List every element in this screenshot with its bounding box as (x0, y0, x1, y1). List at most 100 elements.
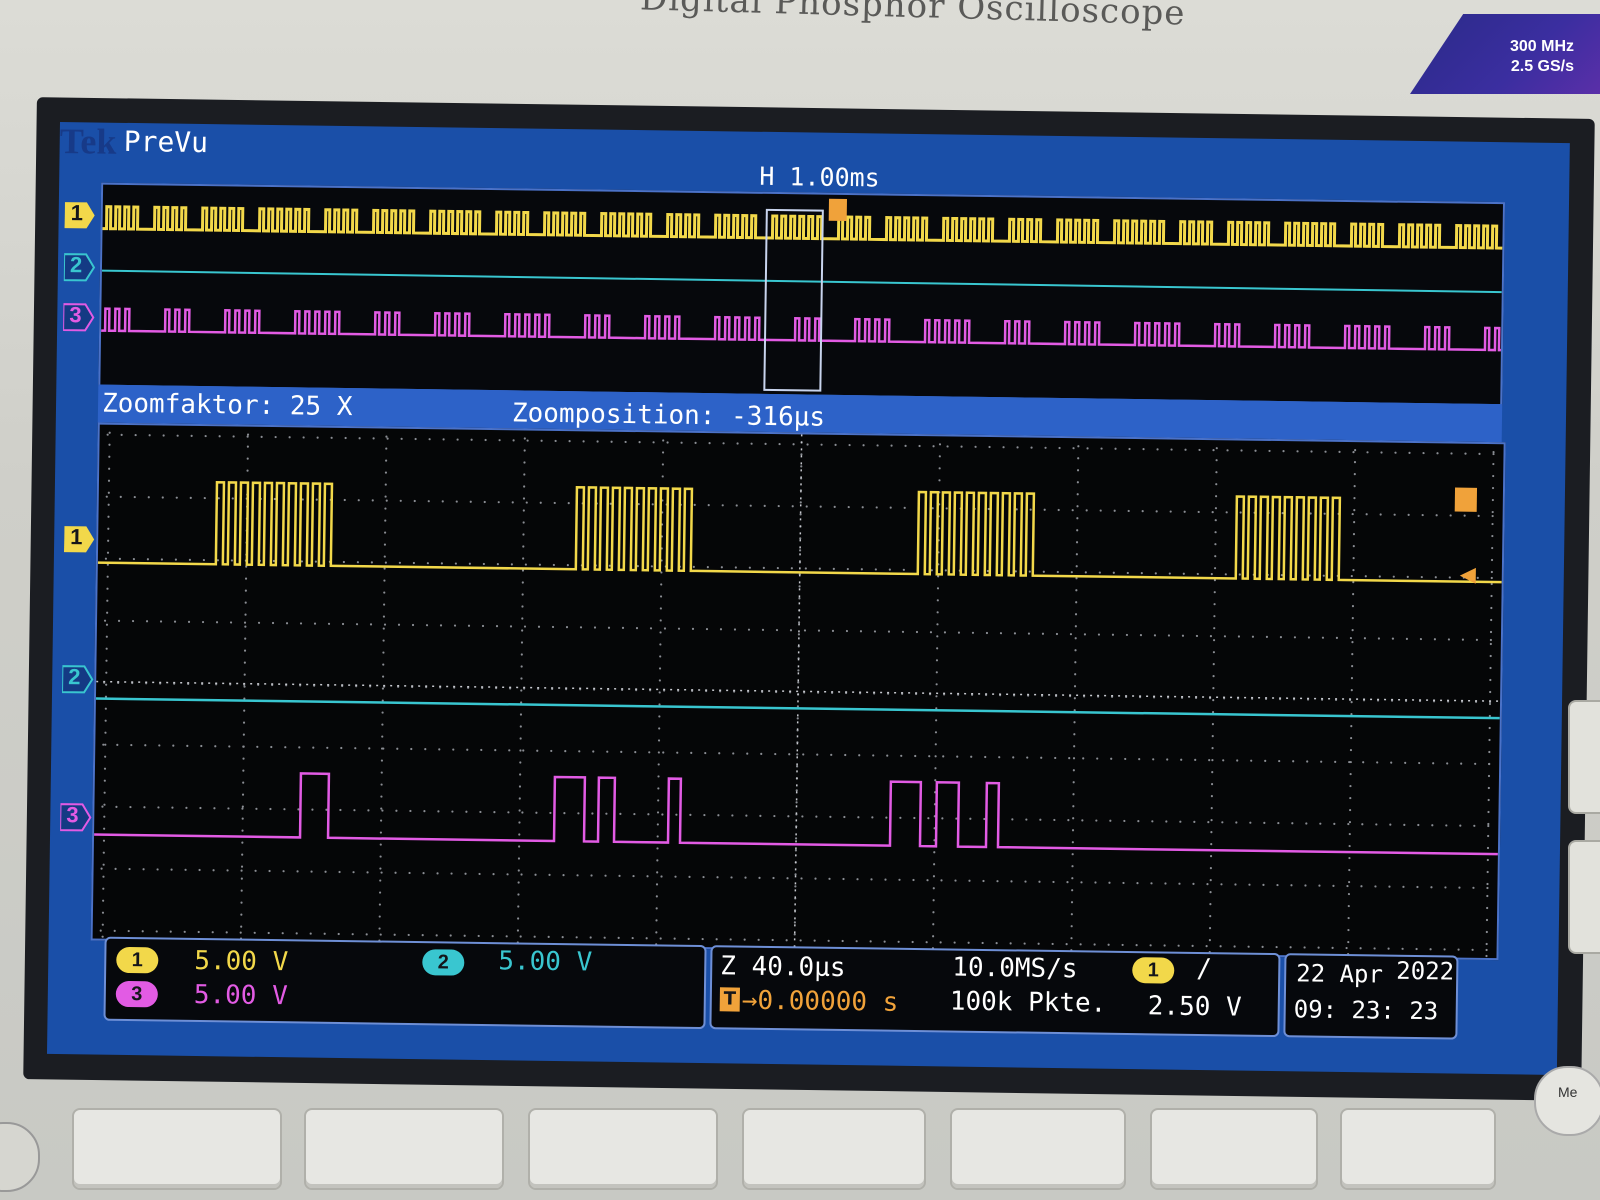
bezel-button-2[interactable] (304, 1108, 504, 1190)
grid-dot (452, 748, 455, 751)
side-button-lower[interactable] (1568, 840, 1600, 954)
grid-dot (241, 807, 244, 810)
grid-dot (1211, 735, 1214, 738)
bezel-button-5[interactable] (950, 1108, 1126, 1190)
grid-dot (107, 539, 110, 542)
bezel-button-1[interactable] (72, 1108, 282, 1190)
grid-dot (750, 442, 753, 445)
grid-dot (996, 880, 999, 883)
grid-dot (523, 473, 526, 476)
grid-dot (381, 809, 384, 812)
grid-dot (888, 568, 891, 571)
grid-dot (860, 568, 863, 571)
grid-dot (173, 620, 177, 623)
grid-dot (184, 868, 187, 871)
grid-dot (1209, 879, 1212, 882)
grid-dot (1025, 818, 1028, 821)
grid-dot (438, 748, 441, 751)
grid-dot (162, 434, 165, 437)
grid-dot (1353, 509, 1356, 512)
grid-dot (632, 874, 635, 878)
grid-dot (720, 566, 723, 569)
grid-dot (658, 727, 661, 730)
grid-dot (662, 751, 665, 754)
grid-dot (242, 757, 245, 760)
grid-dot (1318, 884, 1321, 887)
grid-dot (929, 631, 933, 634)
grid-dot (518, 785, 522, 788)
grid-dot (579, 626, 583, 629)
grid-dot (520, 677, 523, 680)
grid-dot (453, 624, 457, 627)
grid-dot (1293, 636, 1297, 639)
grid-dot (1353, 521, 1356, 524)
grid-dot (407, 933, 410, 937)
grid-dot (491, 935, 494, 938)
grid-dot (103, 779, 106, 782)
grid-dot (799, 501, 802, 504)
grid-dot (227, 807, 230, 810)
grid-dot (1220, 883, 1223, 886)
grid-dot (494, 749, 497, 752)
grid-dot (1221, 821, 1224, 824)
bezel-button-6[interactable] (1150, 1108, 1318, 1190)
menu-knob[interactable]: Me (1534, 1066, 1600, 1136)
grid-dot (1349, 772, 1352, 776)
grid-dot (1210, 783, 1214, 786)
grid-dot (240, 901, 243, 904)
grid-dot (1352, 569, 1355, 572)
grid-dot (352, 871, 355, 874)
bezel-button-7[interactable] (1340, 1108, 1496, 1190)
grid-dot (1322, 574, 1325, 577)
grid-dot (999, 632, 1003, 635)
bezel-button-4[interactable] (742, 1108, 926, 1190)
bezel-button-3[interactable] (528, 1108, 718, 1190)
grid-dot (463, 934, 466, 937)
grid-dot (1076, 505, 1079, 508)
grid-dot (1429, 948, 1432, 951)
grid-dot (1354, 449, 1357, 452)
grid-dot (410, 747, 413, 751)
grid-dot (101, 923, 104, 926)
grid-dot (1261, 945, 1264, 948)
grid-dot (692, 565, 695, 568)
grid-dot (534, 873, 537, 876)
grid-dot (102, 899, 105, 902)
grid-dot (638, 441, 641, 444)
grid-dot (1377, 637, 1381, 640)
grid-dot (624, 440, 627, 444)
grid-dot (1459, 824, 1462, 827)
grid-dot (1181, 634, 1185, 637)
grid-dot (134, 433, 137, 437)
grid-dot (663, 627, 667, 630)
grid-dot (1076, 517, 1079, 520)
grid-dot (1349, 748, 1353, 752)
grid-dot (244, 577, 248, 580)
grid-dot (1081, 819, 1084, 822)
grid-dot (449, 934, 452, 937)
grid-dot (656, 859, 659, 862)
side-button-upper[interactable] (1568, 700, 1600, 814)
grid-dot (232, 435, 235, 438)
grid-dot (133, 495, 136, 499)
grid-dot (343, 498, 346, 502)
grid-dot (381, 723, 384, 726)
grid-dot (440, 562, 443, 565)
grid-dot (398, 561, 401, 564)
grid-dot (1352, 557, 1355, 560)
grid-dot (148, 434, 151, 437)
grid-dot (523, 625, 527, 628)
grid-dot (367, 809, 370, 812)
grid-dot (1080, 881, 1083, 884)
grid-dot (1002, 446, 1005, 449)
grid-dot (131, 619, 135, 623)
grid-dot (478, 872, 481, 876)
grid-dot (1209, 903, 1212, 906)
grid-dot (1488, 738, 1491, 742)
grid-dot (1194, 758, 1197, 762)
grid-dot (509, 625, 513, 628)
grid-dot (526, 439, 529, 442)
grid-dot (243, 661, 246, 664)
grid-dot (1249, 821, 1252, 824)
grid-dot (932, 875, 936, 878)
